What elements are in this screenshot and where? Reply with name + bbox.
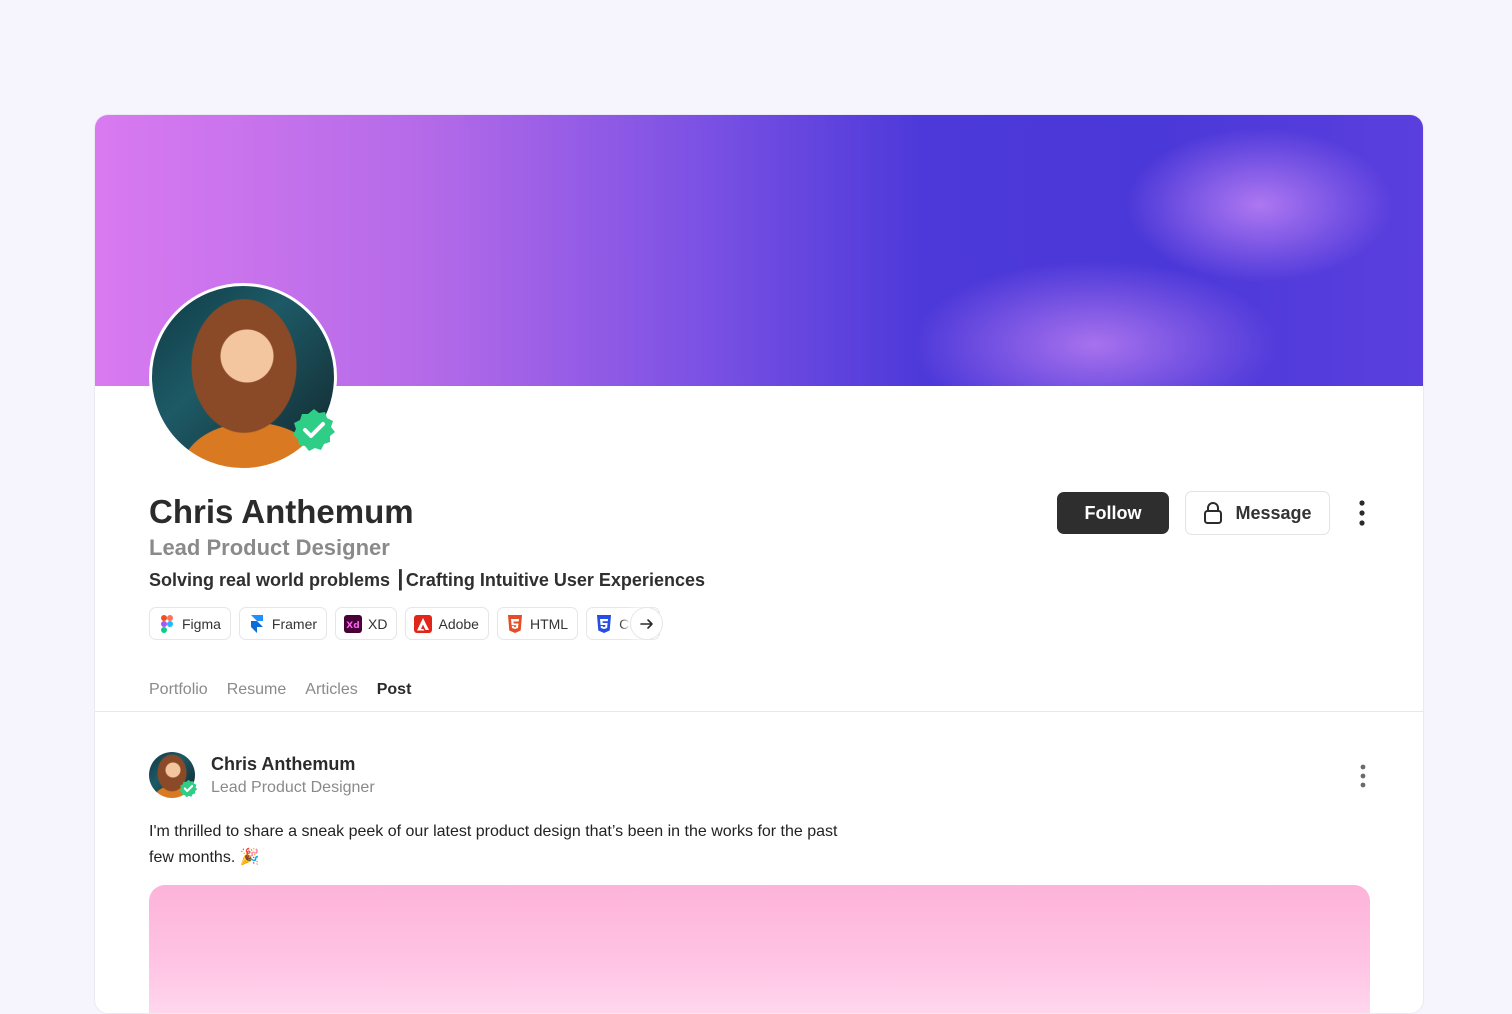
profile-card: Chris Anthemum Lead Product Designer Sol… bbox=[94, 114, 1424, 1014]
tab-post[interactable]: Post bbox=[377, 681, 412, 699]
profile-role: Lead Product Designer bbox=[149, 535, 390, 560]
skill-label: HTML bbox=[529, 615, 569, 632]
post-media-image[interactable] bbox=[149, 885, 1370, 1013]
follow-button[interactable]: Follow bbox=[1057, 492, 1169, 534]
skill-label: XD bbox=[368, 615, 388, 632]
skill-label: Framer bbox=[271, 615, 318, 632]
skill-chip-framer[interactable]: Framer bbox=[238, 607, 328, 640]
tab-resume[interactable]: Resume bbox=[227, 681, 287, 699]
profile-tagline: Solving real world problems ┃Crafting In… bbox=[149, 570, 705, 590]
arrow-right-icon bbox=[639, 618, 653, 629]
post-body-line: few months. 🎉 bbox=[149, 849, 260, 866]
css3-icon bbox=[595, 614, 613, 633]
tab-articles[interactable]: Articles bbox=[305, 681, 357, 699]
profile-avatar-container bbox=[149, 283, 337, 471]
adobe-icon bbox=[414, 614, 433, 633]
svg-text:Xd: Xd bbox=[346, 621, 359, 631]
message-button-label: Message bbox=[1235, 502, 1312, 523]
verified-badge-icon bbox=[293, 409, 335, 451]
profile-name: Chris Anthemum bbox=[149, 493, 414, 530]
skills-list: Figma Framer Xd XD Adobe HTML bbox=[149, 607, 664, 640]
more-options-button[interactable] bbox=[1350, 497, 1374, 529]
figma-icon bbox=[158, 614, 176, 633]
tabs-divider bbox=[95, 711, 1423, 712]
post-body-line: I'm thrilled to share a sneak peek of ou… bbox=[149, 823, 838, 840]
skill-chip-adobe[interactable]: Adobe bbox=[405, 607, 489, 640]
xd-icon: Xd bbox=[344, 614, 363, 633]
message-button[interactable]: Message bbox=[1185, 491, 1330, 535]
html5-icon bbox=[506, 614, 524, 633]
skill-chip-xd[interactable]: Xd XD bbox=[335, 607, 398, 640]
verified-badge-icon bbox=[179, 779, 198, 798]
skill-label: Adobe bbox=[438, 615, 479, 632]
more-vertical-icon bbox=[1360, 764, 1366, 788]
skill-label: Figma bbox=[182, 615, 221, 632]
post-body: I'm thrilled to share a sneak peek of ou… bbox=[149, 819, 909, 871]
skill-chip-html[interactable]: HTML bbox=[496, 607, 579, 640]
post-more-options-button[interactable] bbox=[1351, 761, 1375, 791]
framer-icon bbox=[248, 614, 266, 633]
more-vertical-icon bbox=[1359, 500, 1365, 526]
tab-portfolio[interactable]: Portfolio bbox=[149, 681, 208, 699]
profile-tabs: Portfolio Resume Articles Post bbox=[149, 681, 411, 699]
skill-chip-figma[interactable]: Figma bbox=[149, 607, 231, 640]
post-avatar-container bbox=[149, 752, 198, 800]
profile-actions: Follow Message bbox=[1057, 491, 1374, 535]
post-author-role: Lead Product Designer bbox=[211, 779, 375, 796]
post-author-name[interactable]: Chris Anthemum bbox=[211, 754, 355, 775]
lock-icon bbox=[1204, 502, 1223, 524]
skills-scroll-right-button[interactable] bbox=[630, 607, 664, 640]
